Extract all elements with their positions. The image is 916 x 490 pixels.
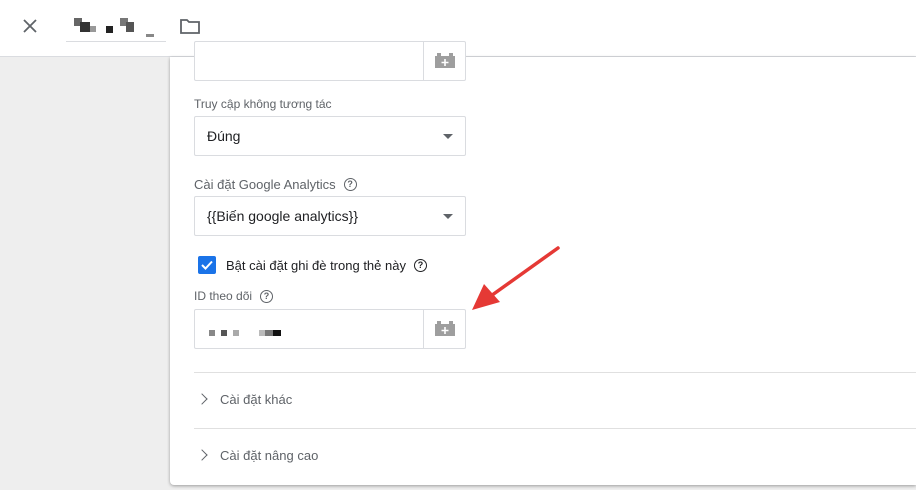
variable-picker-icon[interactable] bbox=[423, 310, 465, 348]
non-interaction-value: Đúng bbox=[207, 128, 241, 144]
divider bbox=[194, 428, 916, 429]
divider bbox=[194, 372, 916, 373]
close-icon[interactable] bbox=[18, 14, 42, 38]
chevron-down-icon bbox=[443, 214, 453, 219]
ga-settings-value: {{Biến google analytics}} bbox=[207, 208, 359, 224]
override-label-text: Bật cài đặt ghi đè trong thẻ này bbox=[226, 258, 406, 273]
tracking-id-input[interactable] bbox=[194, 309, 466, 349]
tracking-id-label-text: ID theo dõi bbox=[194, 289, 253, 303]
variable-picker-icon[interactable] bbox=[423, 42, 465, 80]
tracking-id-label: ID theo dõi ? bbox=[194, 289, 274, 303]
help-icon[interactable]: ? bbox=[343, 178, 357, 191]
left-background bbox=[0, 57, 170, 490]
override-checkbox[interactable] bbox=[198, 256, 216, 274]
folder-icon[interactable] bbox=[178, 14, 202, 38]
previous-field[interactable] bbox=[194, 41, 466, 81]
chevron-right-icon bbox=[196, 449, 208, 461]
help-icon[interactable]: ? bbox=[260, 289, 274, 303]
non-interaction-label-text: Truy cập không tương tác bbox=[194, 97, 332, 111]
override-label: Bật cài đặt ghi đè trong thẻ này ? bbox=[226, 258, 427, 273]
tag-name-field[interactable] bbox=[66, 14, 166, 42]
non-interaction-label: Truy cập không tương tác bbox=[194, 97, 332, 111]
advanced-settings-label: Cài đặt nâng cao bbox=[220, 447, 319, 463]
red-arrow-annotation bbox=[472, 246, 560, 310]
ga-settings-select[interactable]: {{Biến google analytics}} bbox=[194, 196, 466, 236]
chevron-right-icon bbox=[196, 393, 208, 405]
help-icon[interactable]: ? bbox=[413, 259, 427, 272]
more-settings-label: Cài đặt khác bbox=[220, 391, 293, 407]
ga-settings-label-text: Cài đặt Google Analytics bbox=[194, 177, 336, 192]
chevron-down-icon bbox=[443, 134, 453, 139]
more-settings-section[interactable]: Cài đặt khác bbox=[196, 384, 293, 414]
advanced-settings-section[interactable]: Cài đặt nâng cao bbox=[196, 440, 319, 470]
non-interaction-select[interactable]: Đúng bbox=[194, 116, 466, 156]
ga-settings-label: Cài đặt Google Analytics ? bbox=[194, 177, 357, 192]
